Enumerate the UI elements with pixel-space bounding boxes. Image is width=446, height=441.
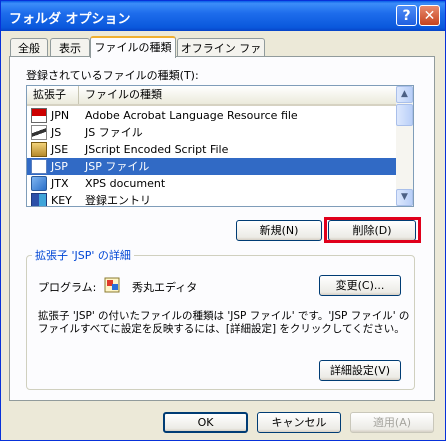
close-icon: ✕ — [423, 8, 436, 24]
row-extension: JS — [51, 126, 62, 139]
program-label: プログラム: — [38, 281, 97, 294]
row-file-type: JScript Encoded Script File — [85, 143, 229, 156]
program-name: 秀丸エディタ — [132, 281, 198, 294]
row-extension: KEY — [51, 194, 72, 207]
description-line-2: ファイルすべてに設定を反映するには、[詳細設定] をクリックしてください。 — [38, 323, 405, 335]
script-icon — [31, 142, 47, 157]
hidemaru-editor-icon — [104, 277, 120, 293]
ok-button[interactable]: OK — [163, 412, 248, 433]
vertical-scrollbar[interactable]: ▲ ▼ — [396, 86, 413, 206]
details-group-title: 拡張子 'JSP' の詳細 — [32, 247, 134, 263]
new-button[interactable]: 新規(N) — [236, 220, 322, 241]
row-file-type: JSP ファイル — [85, 160, 150, 173]
chevron-up-icon: ▲ — [401, 89, 408, 99]
row-file-type: XPS document — [85, 177, 166, 190]
acrobat-icon — [31, 108, 47, 123]
folder-options-window: フォルダ オプション ? ✕ 全般 表示 ファイルの種類 オフライン ファイル … — [0, 0, 446, 441]
list-header: 拡張子 ファイルの種類 — [27, 86, 396, 106]
row-extension: JTX — [51, 177, 69, 190]
registered-types-label: 登録されているファイルの種類(T): — [26, 69, 199, 82]
registry-icon — [31, 193, 47, 206]
list-item[interactable]: JS JS ファイル — [27, 124, 396, 141]
list-item[interactable]: JPN Adobe Acrobat Language Resource file — [27, 107, 396, 124]
cancel-button[interactable]: キャンセル — [257, 412, 341, 433]
window-title: フォルダ オプション — [9, 12, 131, 27]
tab-offline-files[interactable]: オフライン ファイル — [177, 38, 265, 74]
column-header-file-type[interactable]: ファイルの種類 — [79, 86, 162, 104]
js-file-icon — [31, 125, 47, 140]
row-file-type: Adobe Acrobat Language Resource file — [85, 109, 298, 122]
column-header-extension[interactable]: 拡張子 — [27, 86, 79, 104]
row-file-type: JS ファイル — [85, 126, 143, 139]
row-extension: JPN — [51, 109, 70, 122]
row-extension: JSP — [51, 160, 68, 173]
tab-general[interactable]: 全般 — [10, 38, 48, 58]
title-bar[interactable]: フォルダ オプション ? ✕ — [1, 1, 445, 31]
file-types-list[interactable]: 拡張子 ファイルの種類 JPN Adobe Acrobat Language R… — [26, 85, 414, 207]
xps-icon — [31, 176, 47, 191]
list-item-selected[interactable]: JSP JSP ファイル — [27, 158, 396, 175]
help-button[interactable]: ? — [396, 5, 417, 26]
scroll-down-button[interactable]: ▼ — [396, 189, 413, 206]
chevron-down-icon: ▼ — [401, 192, 408, 202]
tab-file-types[interactable]: ファイルの種類 — [90, 36, 176, 58]
list-item[interactable]: JTX XPS document — [27, 175, 396, 192]
list-item[interactable]: KEY 登録エントリ — [27, 192, 396, 207]
close-button[interactable]: ✕ — [419, 5, 440, 26]
scroll-thumb[interactable] — [396, 104, 413, 126]
apply-button[interactable]: 適用(A) — [350, 412, 434, 433]
row-file-type: 登録エントリ — [85, 194, 151, 207]
advanced-button[interactable]: 詳細設定(V) — [319, 360, 401, 381]
jsp-file-icon — [31, 159, 47, 174]
highlight-box — [324, 217, 421, 243]
row-extension: JSE — [51, 143, 69, 156]
change-button[interactable]: 変更(C)... — [319, 275, 401, 296]
scroll-up-button[interactable]: ▲ — [396, 86, 413, 103]
tab-view[interactable]: 表示 — [50, 38, 90, 58]
list-item[interactable]: JSE JScript Encoded Script File — [27, 141, 396, 158]
